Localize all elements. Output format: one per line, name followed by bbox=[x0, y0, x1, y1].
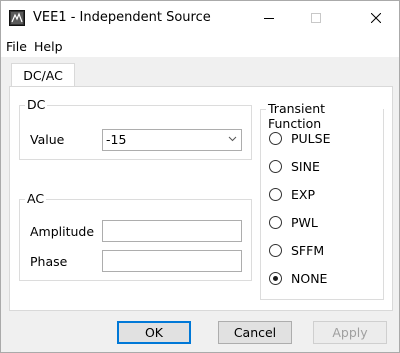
ok-button[interactable]: OK bbox=[117, 321, 191, 344]
radio-pulse[interactable]: PULSE bbox=[269, 131, 330, 146]
tab-dc-ac[interactable]: DC/AC bbox=[11, 63, 75, 87]
radio-none-label: NONE bbox=[291, 271, 328, 286]
radio-circle bbox=[269, 188, 282, 201]
chevron-down-icon bbox=[228, 136, 237, 142]
dc-group: DC Value -15 bbox=[19, 97, 252, 160]
radio-exp-label: EXP bbox=[291, 187, 315, 202]
radio-sffm-label: SFFM bbox=[291, 243, 325, 258]
value-text: -15 bbox=[106, 132, 127, 147]
radio-sffm[interactable]: SFFM bbox=[269, 243, 324, 258]
menu-help[interactable]: Help bbox=[34, 39, 63, 54]
amplitude-field[interactable] bbox=[102, 220, 242, 242]
amplitude-label: Amplitude bbox=[30, 224, 95, 239]
dialog-window: VEE1 - Independent Source File Help DC/A… bbox=[0, 0, 400, 353]
radio-pwl[interactable]: PWL bbox=[269, 215, 318, 230]
radio-circle bbox=[269, 132, 282, 145]
value-label: Value bbox=[30, 132, 65, 147]
menu-file[interactable]: File bbox=[6, 39, 27, 54]
radio-pulse-label: PULSE bbox=[291, 131, 331, 146]
value-combobox[interactable]: -15 bbox=[102, 129, 242, 151]
minimize-button[interactable] bbox=[246, 1, 292, 35]
radio-circle-selected bbox=[269, 272, 282, 285]
transient-group: Transient Function PULSE SINE EXP PWL SF… bbox=[260, 101, 384, 300]
transient-group-title: Transient Function bbox=[266, 101, 383, 131]
maximize-icon bbox=[311, 13, 321, 23]
radio-circle bbox=[269, 160, 282, 173]
radio-circle bbox=[269, 216, 282, 229]
radio-exp[interactable]: EXP bbox=[269, 187, 315, 202]
minimize-icon bbox=[264, 18, 274, 19]
phase-field[interactable] bbox=[102, 250, 242, 272]
close-button[interactable] bbox=[353, 1, 399, 35]
ac-group: AC Amplitude Phase bbox=[19, 191, 252, 281]
maximize-button[interactable] bbox=[293, 1, 339, 35]
cancel-button[interactable]: Cancel bbox=[218, 321, 292, 344]
app-icon bbox=[9, 10, 25, 26]
menu-bar: File Help bbox=[1, 35, 399, 57]
radio-pwl-label: PWL bbox=[291, 215, 318, 230]
radio-sine[interactable]: SINE bbox=[269, 159, 320, 174]
radio-circle bbox=[269, 244, 282, 257]
phase-label: Phase bbox=[30, 254, 68, 269]
radio-none[interactable]: NONE bbox=[269, 271, 327, 286]
close-icon bbox=[371, 13, 381, 23]
title-bar[interactable]: VEE1 - Independent Source bbox=[1, 1, 399, 35]
window-title: VEE1 - Independent Source bbox=[33, 10, 211, 25]
ac-group-title: AC bbox=[25, 191, 47, 206]
tab-panel: DC Value -15 AC Amplitude Phase Transien… bbox=[9, 86, 393, 311]
apply-button[interactable]: Apply bbox=[313, 321, 387, 344]
radio-sine-label: SINE bbox=[291, 159, 320, 174]
dc-group-title: DC bbox=[25, 97, 48, 112]
